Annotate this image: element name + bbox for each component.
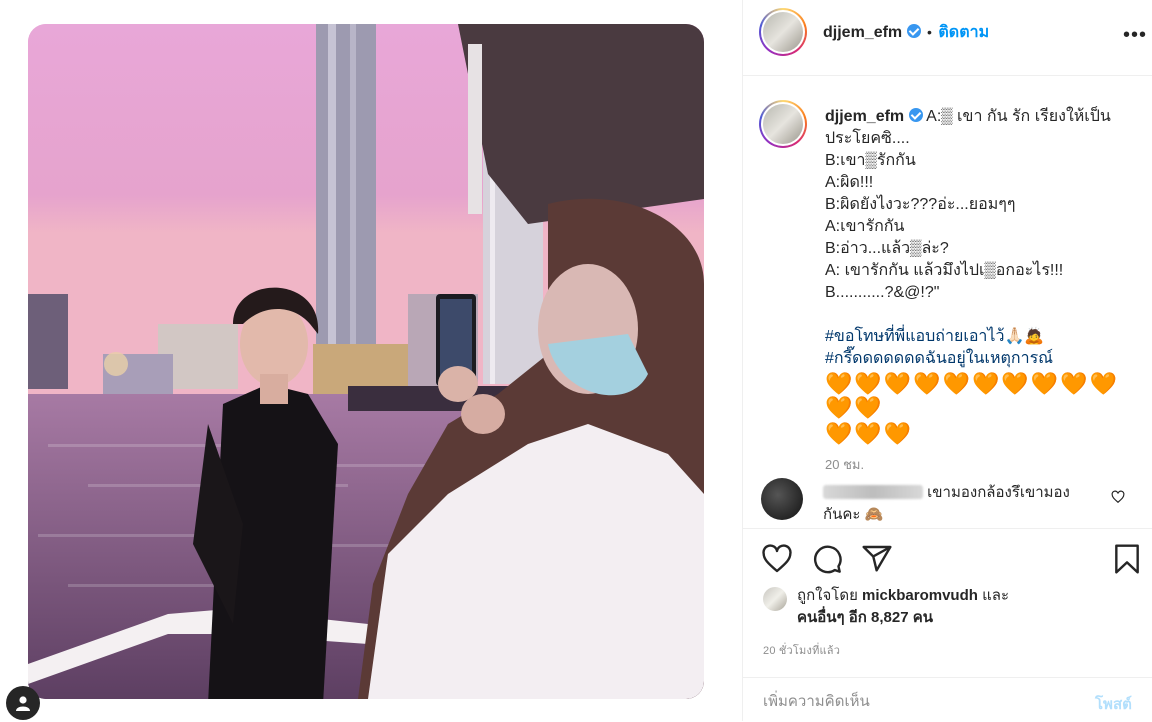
hearts-emoji-row: 🧡🧡🧡🧡🧡🧡🧡🧡🧡🧡🧡🧡	[825, 371, 1119, 420]
caption-line-1: A:▒ เขา กัน รัก เรียงให้เป็น	[926, 108, 1111, 125]
likes-prefix: ถูกใจโดย	[797, 587, 858, 604]
caption-line-7: B:อ่าว...แล้ว▒ล่ะ?	[825, 240, 949, 257]
follow-separator: •	[927, 24, 932, 40]
comment-icon[interactable]	[811, 543, 843, 575]
follow-button[interactable]: ติดตาม	[938, 24, 989, 41]
comment-item: เขามองกล้องรึเขามอง กันคะ 🙈	[761, 478, 1141, 524]
caption-username[interactable]: djjem_efm	[825, 108, 904, 125]
more-options-icon[interactable]: •••	[1123, 25, 1147, 45]
caption-line-8: A: เขารักกัน แล้วมึงไปเ▒อกอะไร!!!	[825, 262, 1064, 279]
comment-body-2: กันคะ 🙈	[823, 506, 884, 523]
commenter-username-blurred[interactable]	[823, 485, 923, 499]
caption-line-3: B:เขา▒รักกัน	[825, 152, 916, 169]
comment-text: เขามองกล้องรึเขามอง กันคะ 🙈	[823, 482, 1103, 526]
likes-others-link[interactable]: คนอื่นๆ อีก 8,827 คน	[797, 609, 933, 626]
caption-line-5: B:ผิดยังไงวะ???อ่ะ...ยอมๆๆ	[825, 196, 1016, 213]
heart-icon[interactable]	[761, 543, 793, 575]
caption-line-4: A:ผิด!!!	[825, 174, 874, 191]
caption-author-avatar[interactable]	[759, 100, 807, 148]
caption-text: djjem_efm A:▒ เขา กัน รัก เรียงให้เป็น ป…	[825, 106, 1125, 476]
liker-avatar[interactable]	[763, 587, 787, 611]
post-header: djjem_efm • ติดตาม •••	[743, 0, 1152, 76]
comment-like-heart-icon[interactable]	[1111, 490, 1125, 504]
verified-badge-icon	[908, 108, 923, 122]
caption-line-6: A:เขารักกัน	[825, 218, 905, 235]
liker-username[interactable]: mickbaromvudh	[862, 587, 978, 604]
comment-input[interactable]	[763, 690, 1063, 712]
post-photo[interactable]	[28, 24, 704, 699]
post-timestamp[interactable]: 20 ชั่วโมงที่แล้ว	[763, 641, 840, 659]
share-icon[interactable]	[861, 543, 893, 575]
likes-and: และ	[982, 587, 1010, 604]
author-avatar[interactable]	[759, 8, 807, 56]
comment-body: เขามองกล้องรึเขามอง	[927, 484, 1070, 501]
post-details-panel: djjem_efm • ติดตาม ••• djjem_efm A:▒ เขา…	[742, 0, 1152, 721]
likes-summary: ถูกใจโดย mickbaromvudh และ คนอื่นๆ อีก 8…	[763, 585, 1133, 629]
caption-section: djjem_efm A:▒ เขา กัน รัก เรียงให้เป็น ป…	[743, 76, 1152, 528]
hearts-emoji-row: 🧡🧡🧡	[825, 421, 914, 446]
post-comment-button[interactable]: โพสต์	[1095, 692, 1132, 716]
post-actions: ถูกใจโดย mickbaromvudh และ คนอื่นๆ อีก 8…	[743, 528, 1152, 721]
hashtag-link[interactable]: #กรี๊ดดดดดดดฉันอยู่ในเหตุการณ์	[825, 348, 1125, 370]
post-photo-illustration	[28, 24, 704, 699]
post-media-panel	[0, 0, 742, 721]
verified-badge-icon	[906, 24, 921, 38]
add-comment-bar: โพสต์	[743, 677, 1152, 722]
caption-line-2: ประโยคซิ....	[825, 130, 910, 147]
bookmark-icon[interactable]	[1111, 543, 1143, 575]
author-username[interactable]: djjem_efm	[823, 24, 902, 41]
caption-time[interactable]: 20 ชม.	[825, 454, 1125, 476]
account-menu-button[interactable]	[6, 686, 40, 720]
caption-line-9: B...........?&@!?"	[825, 284, 940, 301]
commenter-avatar[interactable]	[761, 478, 803, 520]
hashtag-link[interactable]: #ขอโทษที่พี่แอบถ่ายเอาไว้🙏🏻🙇	[825, 326, 1125, 348]
user-icon	[16, 696, 30, 711]
